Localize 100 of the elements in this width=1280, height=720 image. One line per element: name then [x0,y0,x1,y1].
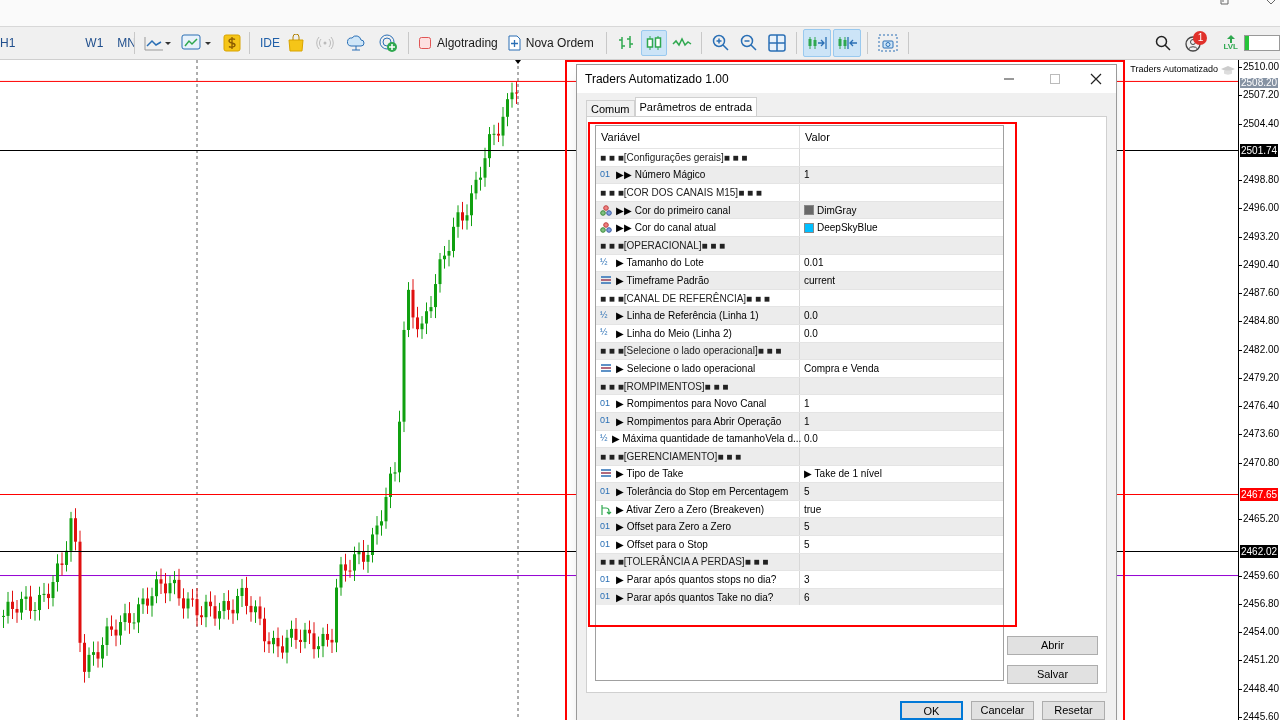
axis-label: 2476.40 [1243,400,1280,412]
parameter-name: ▶▶ Cor do primeiro canal [616,203,731,218]
parameter-value[interactable]: 5 [804,519,810,535]
parameter-value[interactable]: 0.01 [804,255,824,271]
type-icon: ½ [600,308,612,323]
globe-plus-icon[interactable] [378,33,398,53]
axis-label: 2470.80 [1243,456,1280,469]
parameter-name: ▶ Tamanho do Lote [616,256,704,271]
axis-label: 2473.60 [1243,428,1280,441]
parameter-value[interactable]: 3 [804,572,810,588]
parameter-name: ▶ Parar após quantos stops no dia? [616,573,777,588]
axis-label: 2454.00 [1243,626,1280,639]
ide-button[interactable]: IDE [256,34,284,52]
zoom-out-icon[interactable] [739,34,758,52]
parameter-name: ▶▶ Número Mágico [616,168,706,183]
section-heading: ■ ■ ■[GERENCIAMENTO]■ ■ ■ [600,449,742,464]
upload-arrow-icon [1225,35,1236,43]
parameter-value[interactable]: true [804,501,822,517]
section-heading: ■ ■ ■[Configurações gerais]■ ■ ■ [600,150,748,165]
line-chart-icon[interactable] [143,34,171,52]
enum-type-icon [600,362,612,374]
parameter-value[interactable]: 1 [804,413,810,429]
axis-label: 2510.00 [1243,61,1280,73]
type-icon: 01 [600,590,612,604]
price-label: 2501.74 [1240,144,1279,158]
parameter-name: ▶▶ Cor do canal atual [616,221,716,236]
account-button[interactable]: 1 [1185,33,1208,53]
candlestick-button[interactable] [640,30,667,56]
side-button[interactable]: Abrir [1007,636,1098,655]
type-icon: ½ [600,432,608,446]
chart-shift-button[interactable] [832,29,861,57]
parameter-name: ▶ Rompimentos para Abrir Operação [616,414,782,429]
section-heading: ■ ■ ■[CANAL DE REFERÊNCIA]■ ■ ■ [600,291,770,306]
timeframe-button[interactable]: H1 [0,34,18,52]
grid-icon[interactable] [767,34,786,52]
parameter-name: ▶ Linha do Meio (Linha 2) [616,326,732,341]
parameter-value[interactable]: 1 [804,167,810,183]
type-icon: ½ [600,326,612,340]
parameter-value[interactable]: 1 [804,396,810,412]
zoom-in-icon[interactable] [711,34,730,52]
close-icon[interactable] [1090,73,1102,85]
dollar-icon[interactable] [223,34,241,52]
dialog-button[interactable]: Cancelar [971,701,1034,720]
parameter-name: ▶ Offset para o Stop [616,537,708,552]
parameter-name: ▶ Tipo de Take [616,467,684,482]
parameter-value[interactable]: 5 [804,536,810,552]
axis-label: 2487.60 [1243,287,1280,299]
axis-label: 2496.00 [1243,202,1280,215]
parameter-value[interactable]: 5 [804,484,810,500]
parameter-value[interactable]: 0.0 [804,325,818,341]
dialog-button[interactable]: OK [900,701,963,720]
dialog-button[interactable]: Resetar [1042,701,1105,720]
enum-type-icon [600,274,612,286]
enum-type-icon [600,468,612,480]
cloud-icon[interactable] [346,34,366,52]
tab[interactable]: Comum [586,100,635,116]
parameter-name: ▶ Rompimentos para Novo Canal [616,397,767,412]
type-icon: 01 [600,572,612,587]
signal-icon[interactable] [316,36,334,50]
notification-badge: 1 [1193,31,1208,45]
side-button[interactable]: Salvar [1007,665,1098,684]
price-label: 2462.02 [1240,545,1279,559]
section-heading: ■ ■ ■[OPERACIONAL]■ ■ ■ [600,238,726,253]
parameter-name: ▶ Timeframe Padrão [616,273,710,288]
window-title: Traders Automatizado 1.00 [585,71,730,88]
parameter-value[interactable]: 0.0 [804,431,818,447]
axis-label: 2484.80 [1243,315,1280,328]
parameter-name: ▶ Offset para Zero a Zero [616,520,732,535]
screenshot-icon[interactable] [877,34,898,52]
type-icon: 01 [600,537,612,552]
search-icon[interactable] [1155,35,1172,51]
autoscroll-button[interactable] [802,29,831,57]
axis-label: 2459.60 [1243,569,1280,582]
axis-label: 2493.20 [1243,230,1280,243]
parameter-name: ▶ Selecione o lado operacional [616,361,756,376]
new-order-button[interactable]: Nova Ordem [501,31,600,55]
parameter-value[interactable]: DeepSkyBlue [817,220,878,236]
parameter-value[interactable]: 6 [804,589,810,605]
type-icon: 01 [600,168,612,182]
color-type-icon [600,222,612,234]
parameter-value[interactable]: 0.0 [804,308,818,324]
parameter-value[interactable]: Compra e Venda [804,360,880,376]
parameter-name: ▶ Linha de Referência (Linha 1) [616,309,759,324]
algotrading-button[interactable]: Algotrading [415,31,502,55]
parameter-value[interactable]: ▶ Take de 1 nível [804,466,882,482]
tab[interactable]: Parâmetros de entrada [634,97,758,116]
shopping-bag-icon[interactable] [288,34,304,52]
type-icon: ½ [600,256,612,270]
indicators-icon[interactable] [181,34,213,52]
document-plus-icon [507,35,521,51]
maximize-icon[interactable] [1050,74,1060,84]
section-heading: ■ ■ ■[ROMPIMENTOS]■ ■ ■ [600,379,729,394]
parameter-name: ▶ Parar após quantos Take no dia? [616,590,774,605]
level-meter [1244,35,1280,51]
timeframe-button[interactable]: W1 [83,34,106,52]
parameter-name: ▶ Tolerância do Stop em Percentagem [616,485,789,500]
bid-price-label: 2508.20 [1240,78,1279,89]
graduation-cap-icon [1221,64,1235,75]
parameter-value[interactable]: DimGray [817,202,857,218]
parameter-value[interactable]: current [804,272,836,288]
